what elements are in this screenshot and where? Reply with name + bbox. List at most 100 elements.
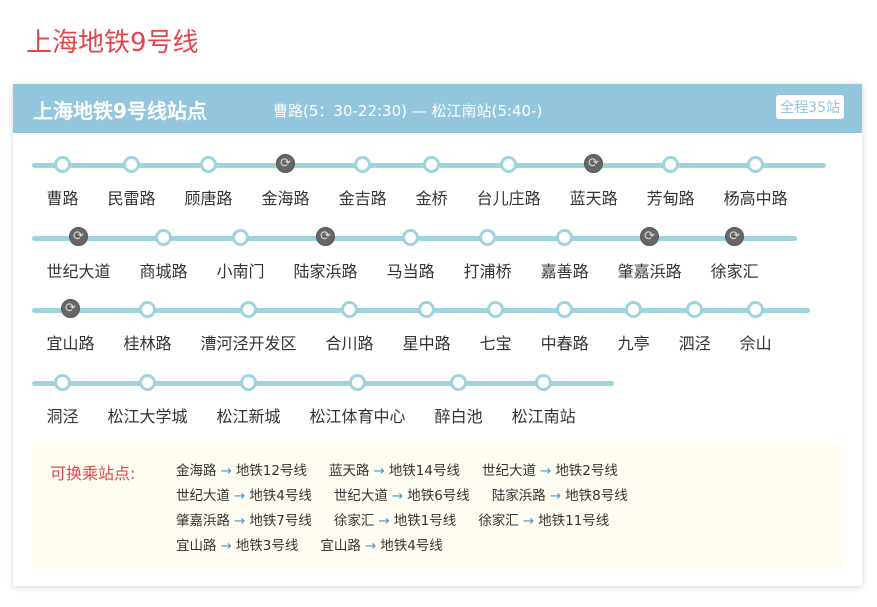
transfer-item: 宜山路→地铁4号线 [320,534,442,559]
transfer-label: 可换乘站点: [50,460,135,484]
station[interactable]: 中春路 [526,298,603,354]
station-dot-icon [139,374,156,391]
transfer-item: 陆家浜路→地铁8号线 [492,484,628,509]
transfer-item: 金海路→地铁12号线 [176,459,307,484]
station-name: 醉白池 [435,403,483,427]
station[interactable]: 金桥 [401,153,462,209]
station[interactable]: 民雷路 [93,153,170,209]
arrow-icon: → [234,488,245,504]
station[interactable]: ⟳徐家汇 [696,226,773,282]
station[interactable]: 嘉善路 [526,226,603,282]
station[interactable]: 松江南站 [497,371,590,427]
arrow-icon: → [540,463,551,479]
transfer-icon: ⟳ [61,299,80,318]
station-name: 民雷路 [108,185,156,209]
station[interactable]: 金吉路 [324,153,401,209]
station-name: 中春路 [541,330,589,354]
station[interactable]: 小南门 [202,226,279,282]
station-name: 嘉善路 [541,258,589,282]
transfer-line: 地铁4号线 [249,488,312,504]
station[interactable]: 松江新城 [202,371,295,427]
transfer-list: 金海路→地铁12号线蓝天路→地铁14号线世纪大道→地铁2号线世纪大道→地铁4号线… [176,459,736,559]
station[interactable]: 星中路 [388,298,465,354]
transfer-station: 宜山路 [320,538,361,554]
station[interactable]: 杨高中路 [709,153,802,209]
station-dot-icon [232,229,249,246]
station[interactable]: 商城路 [125,226,202,282]
station-dot-icon [686,301,703,318]
station-name: 九亭 [618,330,650,354]
station[interactable]: 马当路 [372,226,449,282]
page-title: 上海地铁9号线 [26,22,199,59]
station[interactable]: 松江大学城 [93,371,202,427]
station-name: 佘山 [740,330,772,354]
transfer-station: 世纪大道 [482,463,536,479]
transfer-line: 地铁1号线 [394,513,457,529]
arrow-icon: → [550,488,561,504]
station-dot-icon [349,374,366,391]
station-name: 宜山路 [47,330,95,354]
station-dot-icon [450,374,467,391]
station[interactable]: 台儿庄路 [462,153,555,209]
station[interactable]: 曹路 [32,153,93,209]
station-name: 马当路 [387,258,435,282]
transfer-item: 蓝天路→地铁14号线 [329,459,460,484]
station-dot-icon [155,229,172,246]
station-dot-icon [556,301,573,318]
station-name: 七宝 [480,330,512,354]
transfer-station: 宜山路 [176,538,217,554]
station-name: 金桥 [416,185,448,209]
transfer-line: 地铁4号线 [380,538,443,554]
station-dot-icon [341,301,358,318]
arrow-icon: → [378,513,389,529]
transfer-item: 宜山路→地铁3号线 [176,534,298,559]
station[interactable]: ⟳世纪大道 [32,226,125,282]
transfer-line: 地铁6号线 [407,488,470,504]
arrow-icon: → [221,538,232,554]
station[interactable]: 松江体育中心 [295,371,420,427]
station-name: 松江南站 [512,403,576,427]
arrow-icon: → [523,513,534,529]
transfer-line: 地铁2号线 [555,463,618,479]
station[interactable]: 七宝 [465,298,526,354]
transfer-item: 世纪大道→地铁6号线 [334,484,470,509]
arrow-icon: → [234,513,245,529]
station[interactable]: 佘山 [725,298,786,354]
station-name: 泗泾 [679,330,711,354]
station-name: 桂林路 [124,330,172,354]
station[interactable]: ⟳金海路 [247,153,324,209]
station[interactable]: 漕河泾开发区 [186,298,311,354]
station[interactable]: 醉白池 [420,371,497,427]
station[interactable]: ⟳蓝天路 [555,153,632,209]
station-dot-icon [54,374,71,391]
station[interactable]: ⟳陆家浜路 [279,226,372,282]
transfer-line: 地铁8号线 [565,488,628,504]
station[interactable]: 九亭 [603,298,664,354]
station-dot-icon [240,301,257,318]
transfer-station: 肇嘉浜路 [176,513,230,529]
transfer-station: 世纪大道 [334,488,388,504]
station-name: 世纪大道 [47,258,111,282]
station[interactable]: 顾唐路 [170,153,247,209]
station[interactable]: ⟳ 宜山路 [32,298,109,354]
station[interactable]: 合川路 [311,298,388,354]
station-dot-icon [487,301,504,318]
station-dot-icon [423,156,440,173]
transfer-panel: 可换乘站点: 金海路→地铁12号线蓝天路→地铁14号线世纪大道→地铁2号线世纪大… [32,444,843,569]
station[interactable]: 泗泾 [664,298,725,354]
transfer-icon: ⟳ [276,154,295,173]
card-header: 上海地铁9号线站点 曹路(5：30-22:30) — 松江南站(5:40-) 全… [13,84,862,133]
station[interactable]: 打浦桥 [449,226,526,282]
station[interactable]: ⟳肇嘉浜路 [603,226,696,282]
arrow-icon: → [392,488,403,504]
station[interactable]: 桂林路 [109,298,186,354]
station-dot-icon [139,301,156,318]
station-name: 小南门 [217,258,265,282]
station-name: 徐家汇 [711,258,759,282]
station[interactable]: 洞泾 [32,371,93,427]
station-dot-icon [535,374,552,391]
station-name: 松江体育中心 [310,403,406,427]
station-row: ⟳ 宜山路 桂林路漕河泾开发区合川路星中路七宝 中春路 九亭 泗泾 佘山 [32,298,810,354]
station-dot-icon [625,301,642,318]
station[interactable]: 芳甸路 [632,153,709,209]
